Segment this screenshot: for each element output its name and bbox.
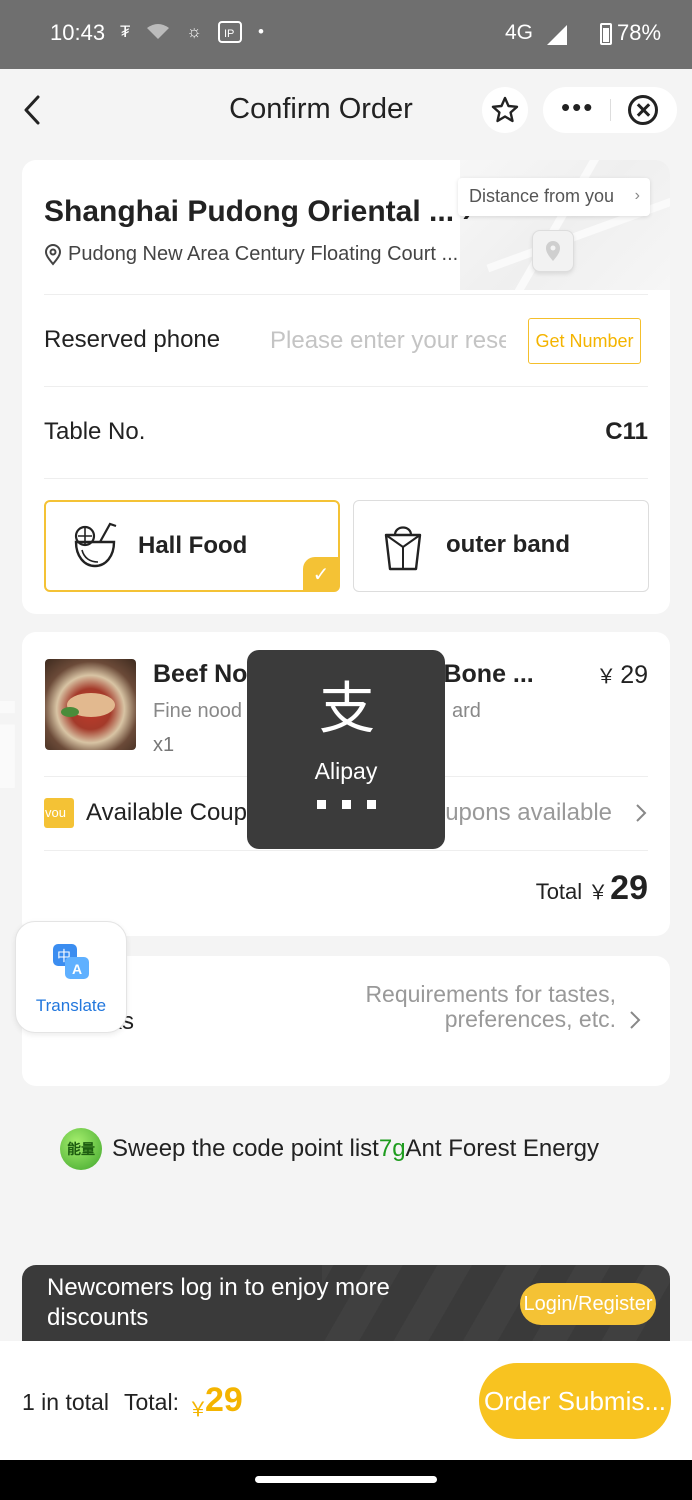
notification-icon: ₮ — [120, 22, 131, 41]
capsule-divider — [610, 99, 611, 121]
energy-badge-icon: 能量 — [60, 1128, 102, 1170]
hall-food-label: Hall Food — [138, 532, 248, 559]
item-count: 1 in total — [22, 1389, 109, 1415]
chevron-right-icon — [636, 804, 647, 822]
loading-dots — [247, 800, 445, 809]
energy-text: Sweep the code point list7gAnt Forest En… — [112, 1135, 599, 1162]
remarks-hint: Requirements for tastes, preferences, et… — [365, 981, 616, 1032]
outer-band-option[interactable]: outer band — [353, 500, 649, 592]
translate-button[interactable]: 中A Translate — [15, 921, 127, 1033]
check-icon: ✓ — [303, 557, 339, 591]
voucher-icon: vou — [44, 798, 74, 828]
login-register-button[interactable]: Login/Register — [520, 1283, 656, 1325]
translate-icon: 中A — [53, 944, 89, 979]
bottom-total-label: Total: — [124, 1389, 179, 1415]
coupon-status: upons available — [445, 799, 612, 826]
clock: 10:43 — [50, 20, 106, 45]
network-type: 4G — [505, 21, 534, 44]
wifi-icon — [147, 24, 170, 39]
svg-text:A: A — [72, 961, 82, 977]
map-pin-icon — [532, 230, 574, 272]
outer-band-label: outer band — [446, 531, 570, 558]
status-bar: 10:43 ₮ ☼ IP • 4G 78% — [0, 0, 692, 69]
store-card: Shanghai Pudong Oriental ... › Pudong Ne… — [22, 160, 670, 614]
table-no-label: Table No. — [44, 418, 146, 445]
store-address: Pudong New Area Century Floating Court .… — [44, 243, 458, 266]
close-icon[interactable] — [628, 95, 658, 125]
divider — [44, 478, 648, 479]
chevron-right-icon: › — [634, 187, 640, 204]
hall-food-option[interactable]: Hall Food ✓ — [44, 500, 340, 592]
signal-icon — [547, 25, 567, 45]
divider — [44, 386, 648, 387]
divider — [44, 850, 648, 851]
takeout-box-icon — [384, 526, 422, 571]
more-icon[interactable]: ••• — [561, 94, 594, 120]
food-quantity: x1 — [153, 734, 175, 756]
dot-icon: • — [257, 22, 264, 41]
data-saver-icon: ☼ — [186, 22, 202, 41]
order-submit-button[interactable]: Order Submis... — [479, 1363, 671, 1439]
distance-tag[interactable]: Distance from you › — [458, 178, 650, 216]
divider — [44, 294, 648, 295]
notification-icons: ₮ ☼ IP • — [120, 21, 264, 43]
home-handle[interactable] — [255, 1476, 437, 1483]
loading-label: Alipay — [314, 758, 378, 784]
store-name[interactable]: Shanghai Pudong Oriental ... › — [44, 195, 494, 229]
location-pin-icon — [44, 243, 62, 266]
favorite-button[interactable] — [482, 87, 528, 133]
battery-icon — [600, 23, 612, 45]
drink-icon — [74, 522, 117, 568]
alipay-logo-icon: 支 — [319, 677, 375, 742]
cast-icon: IP — [217, 21, 242, 43]
star-icon — [491, 96, 519, 123]
promo-text: Newcomers log in to enjoy more discounts — [47, 1274, 390, 1331]
bottom-total-amount: 29 — [205, 1381, 243, 1419]
system-nav-bar — [0, 1460, 692, 1500]
translate-label: Translate — [35, 996, 107, 1015]
chevron-right-icon — [630, 1011, 641, 1029]
login-promo-banner: Newcomers log in to enjoy more discounts… — [22, 1265, 670, 1341]
alipay-loading-toast: 支 Alipay — [247, 650, 445, 849]
nav-bar: Confirm Order ••• — [0, 69, 692, 151]
battery-level: 78% — [617, 20, 662, 45]
order-total: Total ￥29 — [535, 869, 648, 907]
coupon-label: Available Coup — [86, 799, 248, 826]
svg-text:支: 支 — [319, 677, 375, 742]
ant-forest-energy: 能量 Sweep the code point list7gAnt Forest… — [60, 1128, 599, 1170]
reserved-phone-input[interactable] — [270, 324, 506, 358]
mini-program-capsule: ••• — [543, 87, 677, 133]
checkout-bar: 1 in total Total: ￥ 29 Order Submis... — [0, 1341, 692, 1460]
get-number-button[interactable]: Get Number — [528, 318, 641, 364]
food-price: ￥ 29 — [596, 661, 648, 689]
table-no-value: C11 — [605, 418, 648, 445]
svg-text:IP: IP — [224, 28, 234, 40]
svg-text:i: i — [0, 690, 23, 800]
food-image — [45, 659, 136, 750]
reserved-phone-label: Reserved phone — [44, 326, 221, 353]
